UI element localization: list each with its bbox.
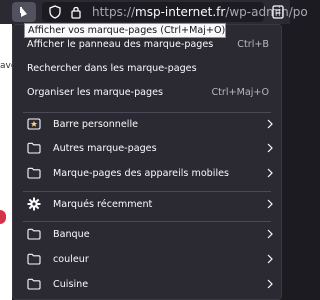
menu-item-shortcut: Ctrl+Maj+O — [211, 86, 269, 98]
menu-item-other-bookmarks[interactable]: Autres marque-pages — [27, 137, 273, 159]
folder-icon — [27, 141, 43, 155]
url-prefix: https:// — [92, 5, 136, 19]
folder-icon — [27, 277, 43, 291]
menu-item-label: Marqués récemment — [53, 198, 153, 210]
star-folder-icon — [27, 117, 43, 131]
menu-item-mobile-bookmarks[interactable]: Marque-pages des appareils mobiles — [27, 162, 273, 184]
menu-item-label: Cuisine — [53, 278, 89, 290]
menu-item-shortcut: Ctrl+B — [237, 38, 269, 50]
menu-item-label: Rechercher dans les marque-pages — [27, 62, 197, 74]
menu-item-bookmarks-toolbar[interactable]: Barre personnelle — [27, 113, 273, 135]
menu-item-search-bookmarks[interactable]: Rechercher dans les marque-pages — [27, 57, 273, 79]
menu-item-manage-bookmarks[interactable]: Organiser les marque-pages Ctrl+Maj+O — [27, 81, 273, 103]
menu-item-label: Afficher le panneau des marque-pages — [27, 38, 214, 50]
folder-icon — [27, 227, 43, 241]
chevron-right-icon — [263, 118, 273, 130]
chevron-right-icon — [263, 198, 273, 210]
chevron-right-icon — [263, 228, 273, 240]
browser-toolbar: https://msp-internet.fr/wp-admin/po — [0, 0, 308, 24]
menu-item-folder-banque[interactable]: Banque — [27, 223, 273, 245]
url-host: msp-internet.fr — [135, 5, 226, 19]
bookmarks-tooltip: Afficher vos marque-pages (Ctrl+Maj+O) — [24, 23, 226, 38]
url-bar[interactable]: https://msp-internet.fr/wp-admin/po — [42, 2, 308, 22]
bookmarks-menu-button[interactable] — [12, 2, 36, 22]
chevron-right-icon — [263, 167, 273, 179]
menu-item-label: Banque — [53, 228, 90, 240]
menu-item-label: Marque-pages des appareils mobiles — [53, 167, 230, 179]
page-red-marker — [0, 210, 6, 224]
shield-icon[interactable] — [49, 5, 61, 19]
chevron-right-icon — [263, 278, 273, 290]
menu-item-recently-bookmarked[interactable]: Marqués récemment — [27, 193, 273, 215]
menu-item-label: Organiser les marque-pages — [27, 86, 164, 98]
folder-icon — [27, 252, 43, 266]
menu-item-label: Autres marque-pages — [53, 142, 157, 154]
menu-item-folder-cuisine[interactable]: Cuisine — [27, 273, 273, 295]
reader-mode-icon — [272, 5, 284, 19]
gear-icon — [27, 197, 43, 211]
lock-icon[interactable] — [70, 5, 82, 19]
menu-item-label: Barre personnelle — [53, 118, 139, 130]
bookmarks-menu-icon — [20, 7, 27, 17]
menu-item-label: couleur — [53, 253, 89, 265]
folder-icon — [27, 166, 43, 180]
menu-separator — [23, 221, 271, 222]
chevron-right-icon — [263, 142, 273, 154]
menu-item-folder-couleur[interactable]: couleur — [27, 248, 273, 270]
url-path: /wp-admin/po — [225, 5, 308, 19]
chevron-right-icon — [263, 253, 273, 265]
menu-separator — [23, 191, 271, 192]
reader-mode-button[interactable] — [270, 2, 286, 22]
page-content-edge: avo — [0, 24, 16, 300]
bookmarks-menu-panel: Afficher le panneau des marque-pages Ctr… — [12, 24, 282, 300]
